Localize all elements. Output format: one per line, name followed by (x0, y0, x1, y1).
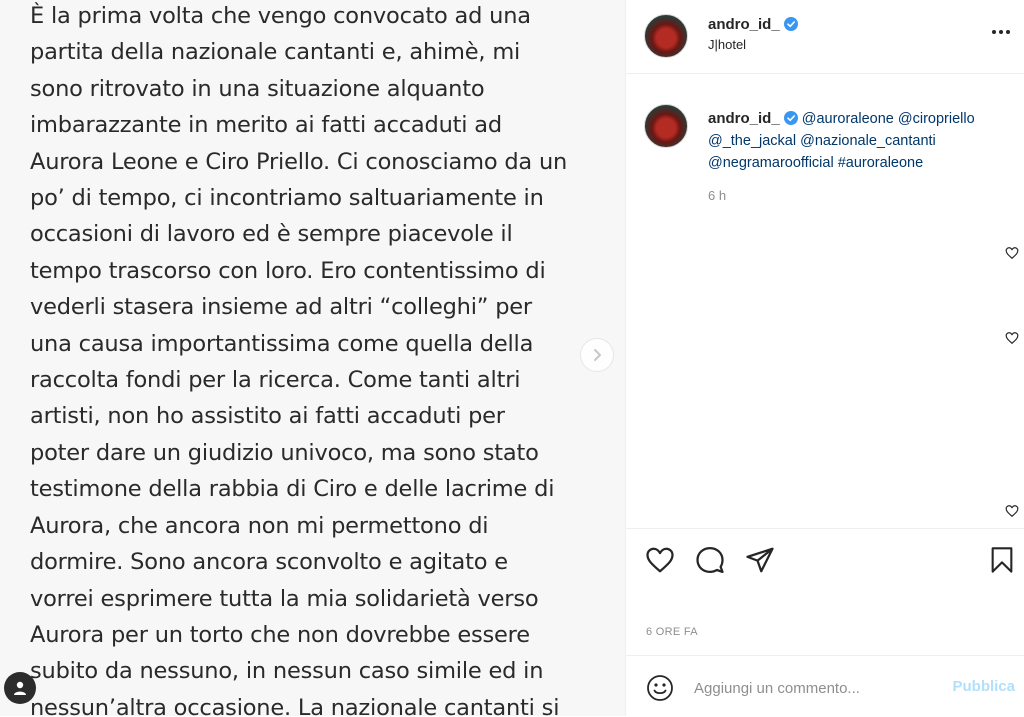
post-text-line: nessun’altra occasione. La nazionale can… (30, 694, 560, 716)
post-text-line: Aurora, che ancora non mi permettono di (30, 512, 489, 539)
tagged-users-button[interactable] (4, 672, 36, 704)
mention-link[interactable]: @nazionale_cantanti (800, 133, 936, 149)
header-username[interactable]: andro_id_ (708, 16, 780, 33)
post-text-line: dormire. Sono ancora sconvolto e agitato… (30, 549, 508, 576)
chevron-right-icon (594, 349, 601, 361)
post-text-line: occasioni di lavoro ed è sempre piacevol… (30, 221, 513, 248)
verified-badge-icon (783, 17, 798, 31)
mention-link[interactable]: @negramaroofficial (708, 155, 834, 171)
post-timestamp[interactable]: 6 ORE FA (646, 626, 698, 638)
post-text-line: testimone della rabbia di Ciro e delle l… (30, 476, 555, 503)
avatar[interactable] (644, 14, 688, 58)
heart-icon[interactable] (1005, 246, 1019, 260)
mention-link[interactable]: @_the_jackal (708, 133, 796, 149)
emoji-icon[interactable] (646, 674, 674, 702)
post-text-line: Aurora per un torto che non dovrebbe ess… (30, 621, 530, 648)
post-text-line: poter dare un giudizio univoco, ma sono … (30, 439, 539, 466)
post-text-line: raccolta fondi per la ricerca. Come tant… (30, 367, 521, 394)
post-text-line: po’ di tempo, ci incontriamo saltuariame… (30, 185, 544, 212)
like-button[interactable] (644, 544, 676, 576)
heart-icon[interactable] (1005, 504, 1019, 518)
caption-time[interactable]: 6 h (708, 188, 726, 203)
post-text-line: tempo trascorso con loro. Ero contentiss… (30, 257, 546, 284)
heart-icon[interactable] (1005, 331, 1019, 345)
comment-button[interactable] (694, 544, 726, 576)
comment-input[interactable] (694, 676, 934, 700)
post-text-line: una causa importantissima come quella de… (30, 330, 534, 357)
bookmark-icon (991, 547, 1013, 573)
caption-username[interactable]: andro_id_ (708, 110, 780, 127)
more-options-button[interactable] (989, 22, 1013, 42)
post-actions (626, 528, 1024, 591)
comment-bar: Pubblica (626, 655, 1024, 717)
post-text-line: Aurora Leone e Ciro Priello. Ci conoscia… (30, 148, 568, 175)
mention-link[interactable]: @ciropriello (898, 111, 975, 127)
post-text-line: vorrei esprimere tutta la mia solidariet… (30, 585, 539, 612)
heart-icon (646, 547, 674, 573)
more-horizontal-icon (992, 30, 1010, 34)
post-sidebar: andro_id_ J|hotel andro_id_ @auroraleone… (625, 0, 1024, 716)
post-text-line: subito da nessuno, in nessun caso simile… (30, 658, 544, 685)
post-text-line: sono ritrovato in una situazione alquant… (30, 75, 485, 102)
post-text-line: partita della nazionale cantanti e, ahim… (30, 39, 521, 66)
user-icon (14, 681, 26, 695)
post-text-line: artisti, non ho assistito ai fatti accad… (30, 403, 505, 430)
hashtag-link[interactable]: #auroraleone (838, 155, 923, 171)
save-button[interactable] (986, 544, 1018, 576)
post-text-line: imbarazzante in merito ai fatti accaduti… (30, 112, 502, 139)
post-image: È la prima volta che vengo convocato ad … (0, 0, 625, 716)
next-image-button[interactable] (580, 338, 614, 372)
post-text-line: vederli stasera insieme ad altri “colleg… (30, 294, 532, 321)
verified-badge-icon (783, 111, 798, 125)
mention-link[interactable]: @auroraleone (802, 111, 894, 127)
share-button[interactable] (744, 544, 776, 576)
caption: andro_id_ @auroraleone @ciropriello @_th… (708, 108, 1008, 174)
publish-button[interactable]: Pubblica (952, 678, 1015, 695)
paper-plane-icon (746, 547, 774, 573)
post-header: andro_id_ J|hotel (626, 0, 1024, 74)
header-user: andro_id_ J|hotel (708, 16, 798, 52)
caption-avatar[interactable] (644, 104, 688, 148)
header-location[interactable]: J|hotel (708, 37, 798, 52)
post-text-line: È la prima volta che vengo convocato ad … (30, 3, 531, 29)
comment-icon (696, 547, 724, 573)
post-image-text: È la prima volta che vengo convocato ad … (30, 0, 610, 716)
